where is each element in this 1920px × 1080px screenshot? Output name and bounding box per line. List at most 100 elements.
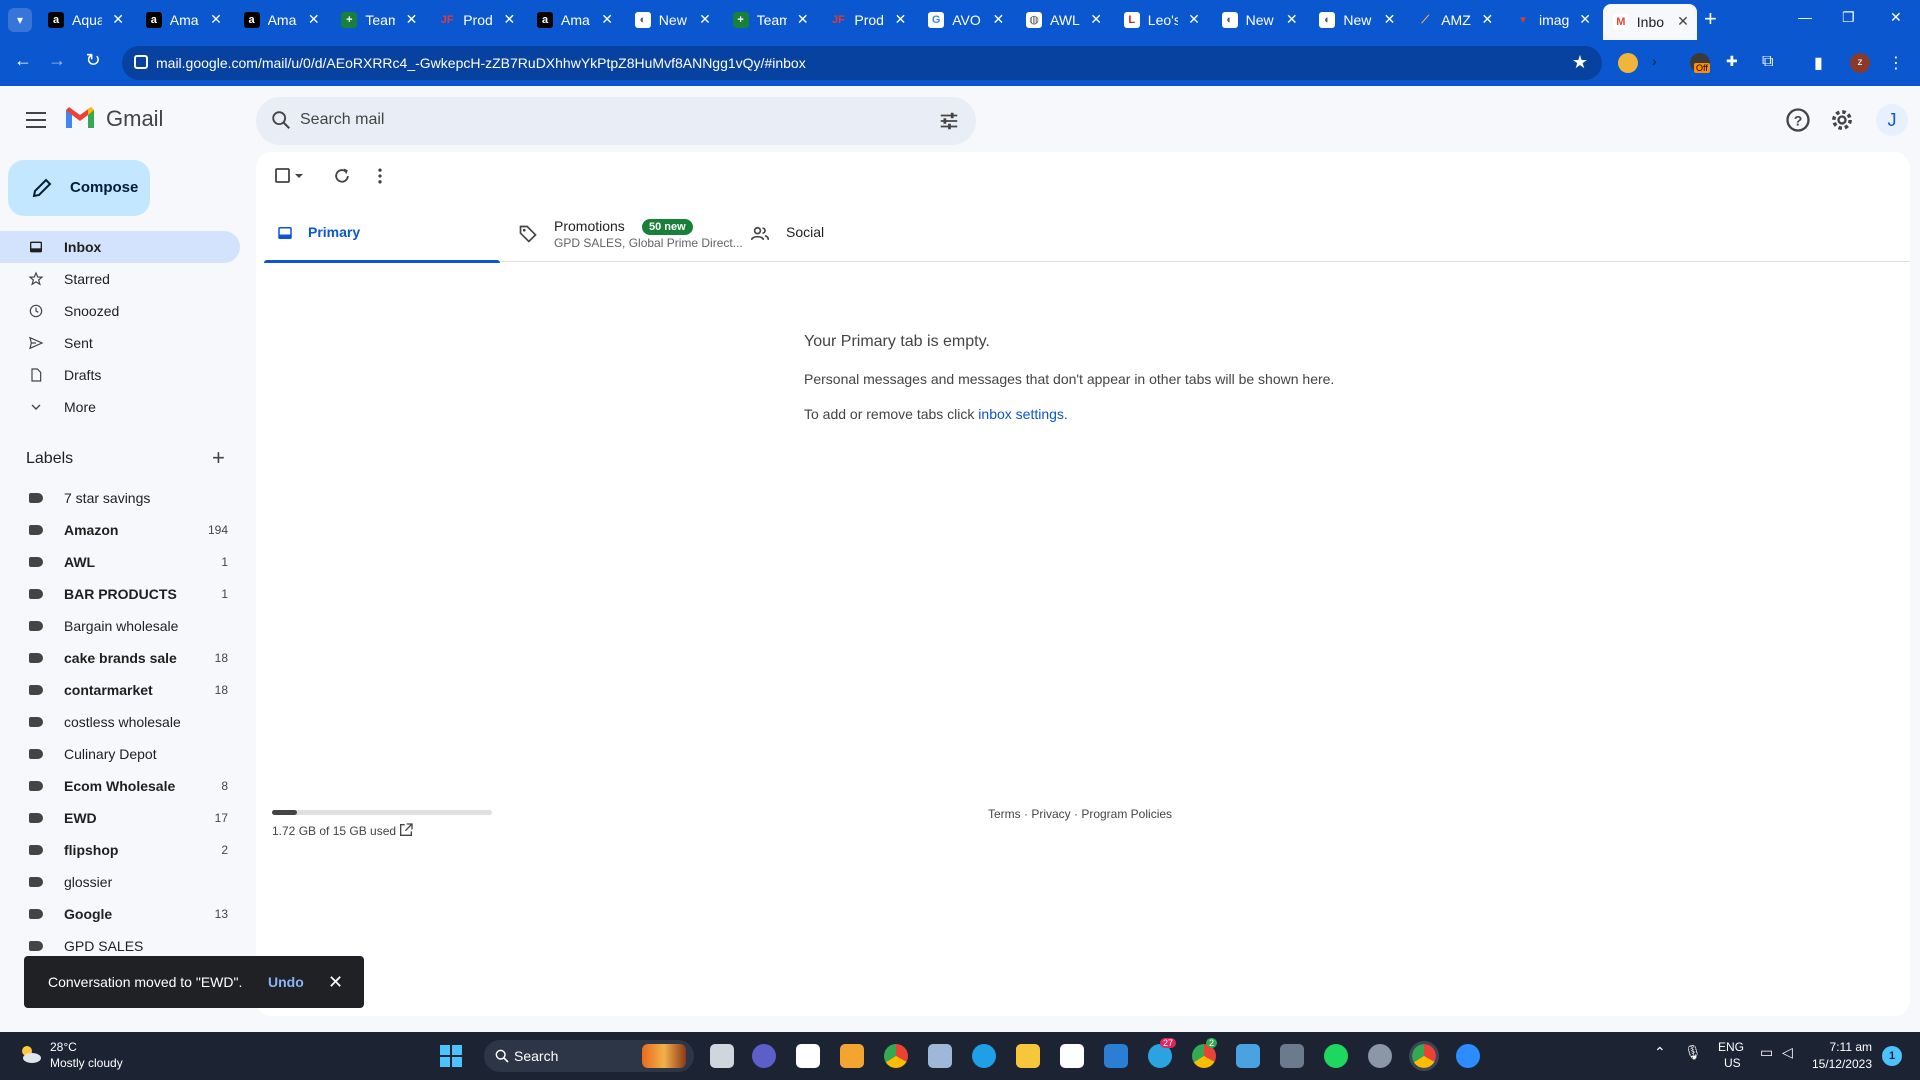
url-text[interactable]: mail.google.com/mail/u/0/d/AEoRXRRc4_-Gw… [156, 55, 806, 71]
close-tab-icon[interactable]: ✕ [992, 11, 1004, 28]
close-tab-icon[interactable]: ✕ [112, 11, 124, 28]
tab-promotions[interactable]: Promotions 50 new GPD SALES, Global Prim… [500, 206, 743, 262]
browser-tab[interactable]: + Team ✕ [723, 6, 817, 34]
label-item[interactable]: flipshop 2 [0, 834, 240, 866]
clock[interactable]: 7:11 am 15/12/2023 [1810, 1040, 1872, 1071]
extensions-menu-icon[interactable]: ⧉ [1762, 53, 1782, 73]
teams-chat-icon[interactable] [752, 1044, 776, 1068]
browser-tab[interactable]: ◐ New ✕ [625, 6, 719, 34]
label-item[interactable]: Amazon 194 [0, 514, 240, 546]
browser-tab[interactable]: ◐ New ✕ [1212, 6, 1306, 34]
close-tab-icon[interactable]: ✕ [1090, 11, 1102, 28]
restore-button[interactable]: ❐ [1842, 9, 1855, 26]
edge-icon[interactable] [972, 1044, 996, 1068]
close-tab-icon[interactable]: ✕ [1286, 11, 1298, 28]
close-tab-icon[interactable]: ✕ [406, 11, 418, 28]
windows-start-icon[interactable] [440, 1045, 462, 1067]
taskbar-search[interactable]: Search [484, 1040, 694, 1072]
bookmark-star-icon[interactable]: ★ [1572, 52, 1588, 73]
label-item[interactable]: 7 star savings [0, 482, 240, 514]
extension-puzzle-icon[interactable]: ✚ [1726, 53, 1746, 73]
file-explorer-icon[interactable] [1016, 1044, 1040, 1068]
forward-button[interactable]: → [44, 50, 70, 71]
site-info-icon[interactable] [134, 55, 148, 69]
close-tab-icon[interactable]: ✕ [1579, 11, 1591, 28]
browser-tab[interactable]: JF Prod ✕ [820, 6, 914, 34]
label-item[interactable]: AWL 1 [0, 546, 240, 578]
add-label-button[interactable]: + [212, 447, 225, 469]
omnibox[interactable]: mail.google.com/mail/u/0/d/AEoRXRRc4_-Gw… [122, 46, 1602, 80]
select-checkbox[interactable] [274, 166, 306, 186]
profile-avatar[interactable]: z [1850, 53, 1870, 73]
close-icon[interactable]: ✕ [328, 972, 343, 993]
browser-tab[interactable]: a Ama ✕ [527, 6, 621, 34]
gmail-logo-icon[interactable] [64, 104, 96, 130]
close-tab-icon[interactable]: ✕ [895, 11, 907, 28]
close-tab-icon[interactable]: ✕ [699, 11, 711, 28]
label-item[interactable]: Culinary Depot [0, 738, 240, 770]
label-item[interactable]: Ecom Wholesale 8 [0, 770, 240, 802]
browser-tab[interactable]: G AVOI ✕ [918, 6, 1012, 34]
task-view-icon[interactable] [710, 1044, 734, 1068]
search-bar[interactable]: Search mail [256, 97, 976, 145]
mail-icon[interactable] [1104, 1044, 1128, 1068]
chrome-icon[interactable]: 2 [1192, 1038, 1218, 1068]
search-input[interactable]: Search mail [300, 111, 384, 129]
notepad-icon[interactable] [1236, 1044, 1260, 1068]
browser-tab[interactable]: M Inbo ✕ [1602, 4, 1697, 40]
compose-button[interactable]: Compose [8, 160, 150, 216]
remote-desktop-icon[interactable] [928, 1044, 952, 1068]
tab-primary[interactable]: Primary [264, 206, 500, 263]
browser-tab[interactable]: a Ama ✕ [136, 6, 230, 34]
label-item[interactable]: Google 13 [0, 898, 240, 930]
tab-social[interactable]: Social [736, 206, 972, 262]
label-item[interactable]: costless wholesale [0, 706, 240, 738]
extension-icon[interactable] [1618, 53, 1638, 73]
more-options-icon[interactable] [374, 166, 386, 186]
telegram-icon[interactable]: 27 [1148, 1038, 1177, 1068]
label-item[interactable]: cake brands sale 18 [0, 642, 240, 674]
close-tab-icon[interactable]: ✕ [601, 11, 613, 28]
close-window-button[interactable]: ✕ [1890, 9, 1902, 26]
search-icon[interactable] [270, 109, 292, 131]
app-icon[interactable] [1060, 1044, 1084, 1068]
close-tab-icon[interactable]: ✕ [797, 11, 809, 28]
open-in-new-icon[interactable] [398, 822, 414, 838]
footer-links[interactable]: Terms · Privacy · Program Policies [988, 807, 1172, 821]
browser-tab[interactable]: ▾ imag ✕ [1505, 6, 1599, 34]
back-button[interactable]: ← [10, 50, 36, 71]
main-menu-icon[interactable] [26, 112, 46, 133]
close-tab-icon[interactable]: ✕ [503, 11, 515, 28]
sidebar-item-drafts[interactable]: Drafts [0, 359, 240, 391]
volume-icon[interactable]: ◁ [1782, 1044, 1793, 1061]
inbox-settings-link[interactable]: inbox settings [978, 406, 1064, 422]
sidebar-item-starred[interactable]: Starred [0, 263, 240, 295]
browser-tab[interactable]: ◐ New ✕ [1309, 6, 1403, 34]
browser-tab[interactable]: L Leo's ✕ [1114, 6, 1208, 34]
close-tab-icon[interactable]: ✕ [1188, 11, 1200, 28]
reload-button[interactable]: ↻ [80, 50, 106, 71]
language-bottom[interactable]: US [1724, 1056, 1741, 1070]
minimize-button[interactable]: — [1798, 9, 1812, 25]
help-icon[interactable]: ? [1784, 106, 1812, 134]
microphone-icon[interactable]: 🎙 [1684, 1044, 1702, 1061]
refresh-icon[interactable] [332, 166, 352, 186]
sidebar-item-more[interactable]: More [0, 391, 240, 423]
chrome-icon[interactable] [884, 1044, 908, 1068]
browser-menu-icon[interactable]: ⋮ [1886, 53, 1906, 73]
sidebar-item-snoozed[interactable]: Snoozed [0, 295, 240, 327]
close-tab-icon[interactable]: ✕ [1677, 13, 1689, 30]
browser-tab[interactable]: + Team ✕ [331, 6, 425, 34]
close-tab-icon[interactable]: ✕ [308, 11, 320, 28]
new-tab-button[interactable]: + [1704, 8, 1717, 30]
tab-search-button[interactable]: ▾ [8, 8, 32, 32]
close-tab-icon[interactable]: ✕ [1481, 11, 1493, 28]
label-item[interactable]: BAR PRODUCTS 1 [0, 578, 240, 610]
label-item[interactable]: Bargain wholesale [0, 610, 240, 642]
chrome-active-icon[interactable] [1409, 1041, 1439, 1071]
sidebar-item-inbox[interactable]: Inbox [0, 231, 240, 263]
notification-badge[interactable]: 1 [1882, 1046, 1902, 1066]
extension-off-icon[interactable]: Off [1690, 53, 1710, 73]
browser-tab[interactable]: ⟋ AMZ ✕ [1407, 6, 1501, 34]
close-tab-icon[interactable]: ✕ [1384, 11, 1396, 28]
